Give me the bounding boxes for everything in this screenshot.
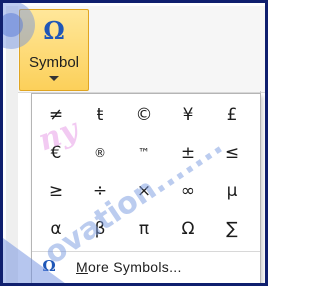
symbol-cell[interactable]: ≤ xyxy=(214,138,250,168)
symbol-button-label: Symbol xyxy=(28,54,80,71)
symbol-cell[interactable]: α xyxy=(38,214,74,244)
symbol-cell[interactable]: ™ xyxy=(126,138,162,168)
omega-icon: Ω xyxy=(43,16,65,45)
symbol-cell[interactable]: ≠ xyxy=(38,100,74,130)
symbol-cell[interactable]: ÷ xyxy=(82,176,118,206)
more-symbols-label: More Symbols... xyxy=(76,259,182,275)
symbol-cell[interactable]: ≥ xyxy=(38,176,74,206)
symbol-cell[interactable]: £ xyxy=(214,100,250,130)
symbol-cell[interactable]: Ω xyxy=(170,214,206,244)
ribbon-left-edge xyxy=(6,6,18,283)
symbol-button[interactable]: Ω Symbol xyxy=(19,9,89,91)
symbol-cell[interactable]: µ xyxy=(214,176,250,206)
more-symbols-label-rest: ore Symbols... xyxy=(87,259,182,275)
symbol-cell[interactable]: ∞ xyxy=(170,176,206,206)
symbol-cell[interactable]: € xyxy=(38,138,74,168)
symbol-cell[interactable]: β xyxy=(82,214,118,244)
symbol-cell[interactable]: × xyxy=(126,176,162,206)
more-symbols-label-accesskey: M xyxy=(76,259,88,275)
symbol-cell[interactable]: ± xyxy=(170,138,206,168)
symbol-cell[interactable]: ¥ xyxy=(170,100,206,130)
symbol-cell[interactable]: © xyxy=(126,100,162,130)
dropdown-caret-icon[interactable] xyxy=(49,76,59,81)
symbol-cell[interactable]: π xyxy=(126,214,162,244)
symbol-cell[interactable]: ŧ xyxy=(82,100,118,130)
more-symbols-item[interactable]: Ω More Symbols... xyxy=(32,252,260,282)
omega-icon: Ω xyxy=(42,257,56,275)
symbol-dropdown: ≠ ŧ © ¥ £ € ® ™ ± ≤ ≥ ÷ × ∞ µ α β π Ω ∑ … xyxy=(31,93,261,283)
screenshot-frame: Ω Symbol ≠ ŧ © ¥ £ € ® ™ ± ≤ ≥ ÷ × ∞ µ α… xyxy=(0,0,268,286)
symbol-cell[interactable]: ∑ xyxy=(214,214,250,244)
symbol-cell[interactable]: ® xyxy=(82,138,118,168)
